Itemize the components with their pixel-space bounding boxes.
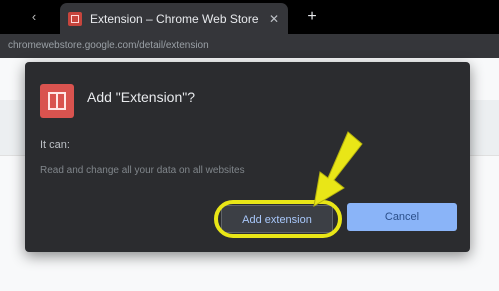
dialog-title: Add "Extension"? (87, 89, 196, 105)
extension-app-icon (40, 84, 74, 118)
add-extension-dialog: Add "Extension"? It can: Read and change… (25, 62, 470, 252)
browser-tab[interactable]: Extension – Chrome Web Store ✕ (60, 3, 288, 34)
new-tab-button[interactable]: + (302, 7, 322, 27)
close-tab-icon[interactable]: ✕ (266, 11, 282, 27)
browser-toolbar: chromewebstore.google.com/detail/extensi… (0, 34, 499, 58)
extension-favicon-icon (68, 12, 82, 26)
permission-item: Read and change all your data on all web… (40, 165, 245, 176)
permissions-heading: It can: (40, 139, 70, 151)
tab-scroll-icon[interactable]: ‹ (26, 9, 42, 25)
browser-tabstrip: ‹ Extension – Chrome Web Store ✕ + (0, 0, 499, 34)
add-extension-button[interactable]: Add extension (221, 205, 333, 233)
cancel-button[interactable]: Cancel (347, 203, 457, 231)
tab-title: Extension – Chrome Web Store (90, 12, 259, 26)
address-bar[interactable]: chromewebstore.google.com/detail/extensi… (8, 39, 298, 53)
